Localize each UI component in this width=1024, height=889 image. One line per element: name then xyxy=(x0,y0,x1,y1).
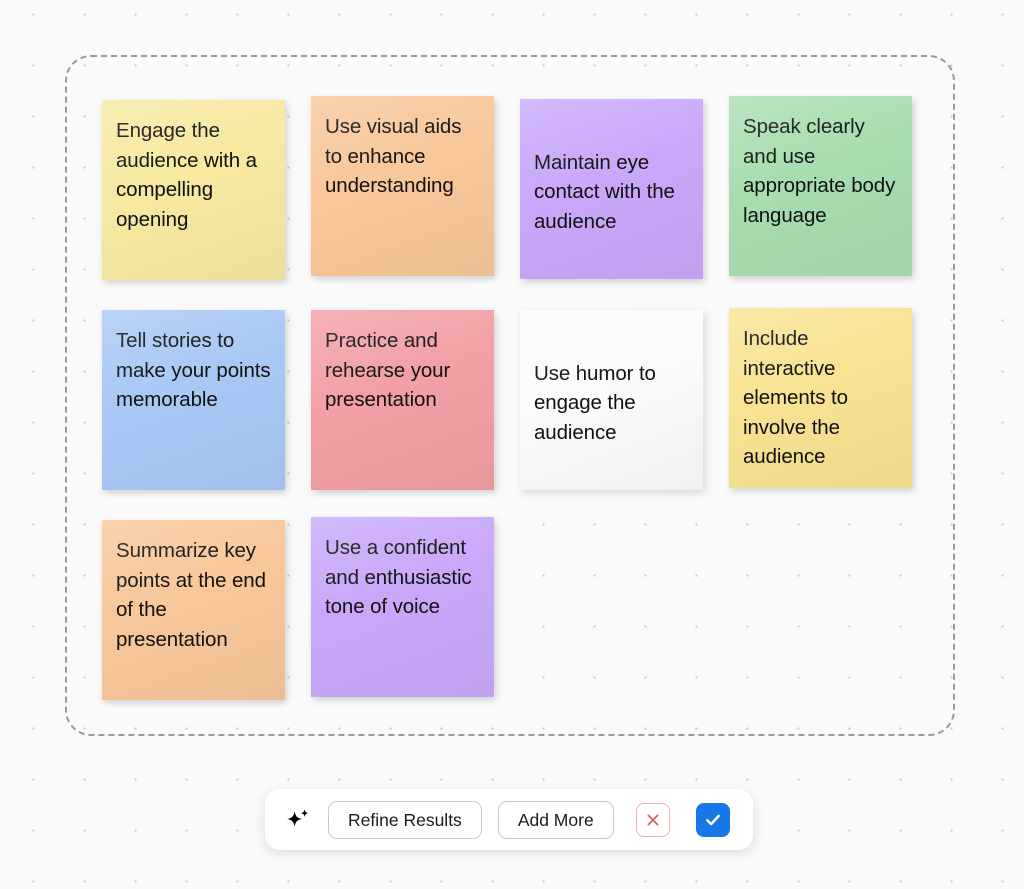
sticky-note[interactable]: Use humor to engage the audience xyxy=(520,310,703,490)
add-more-button[interactable]: Add More xyxy=(497,800,614,839)
reject-button[interactable] xyxy=(635,802,670,837)
sticky-note-text: Summarize key points at the end of the p… xyxy=(116,539,266,651)
ai-action-toolbar: Refine Results Add More xyxy=(265,789,753,850)
sticky-note-text: Tell stories to make your points memorab… xyxy=(116,329,271,411)
sticky-note-text: Use a confident and enthusiastic tone of… xyxy=(325,536,472,618)
sparkle-icon xyxy=(287,808,309,827)
sticky-note[interactable]: Use a confident and enthusiastic tone of… xyxy=(311,517,494,697)
sticky-note[interactable]: Summarize key points at the end of the p… xyxy=(102,520,285,700)
sticky-note[interactable]: Speak clearly and use appropriate body l… xyxy=(729,96,912,276)
sticky-note-text: Use visual aids to enhance understanding xyxy=(325,115,462,197)
sticky-note[interactable]: Use visual aids to enhance understanding xyxy=(311,96,494,276)
refine-results-button[interactable]: Refine Results xyxy=(328,800,482,839)
sticky-note-text: Engage the audience with a compelling op… xyxy=(116,119,257,231)
sticky-note[interactable]: Include interactive elements to involve … xyxy=(729,308,912,488)
sticky-note-text: Use humor to engage the audience xyxy=(534,361,656,444)
close-x-icon xyxy=(647,814,659,825)
accept-button[interactable] xyxy=(695,802,730,837)
sticky-notes-board: Engage the audience with a compelling op… xyxy=(0,0,1024,889)
sticky-note-text: Maintain eye contact with the audience xyxy=(534,150,675,233)
sticky-note[interactable]: Tell stories to make your points memorab… xyxy=(102,310,285,490)
sticky-note[interactable]: Maintain eye contact with the audience xyxy=(520,99,703,279)
sticky-note-text: Speak clearly and use appropriate body l… xyxy=(743,115,896,227)
sticky-note-text: Practice and rehearse your presentation xyxy=(325,329,451,411)
check-icon xyxy=(705,814,720,825)
sticky-note-text: Include interactive elements to involve … xyxy=(743,327,848,468)
sticky-note[interactable]: Engage the audience with a compelling op… xyxy=(102,100,285,280)
sticky-note[interactable]: Practice and rehearse your presentation xyxy=(311,310,494,490)
